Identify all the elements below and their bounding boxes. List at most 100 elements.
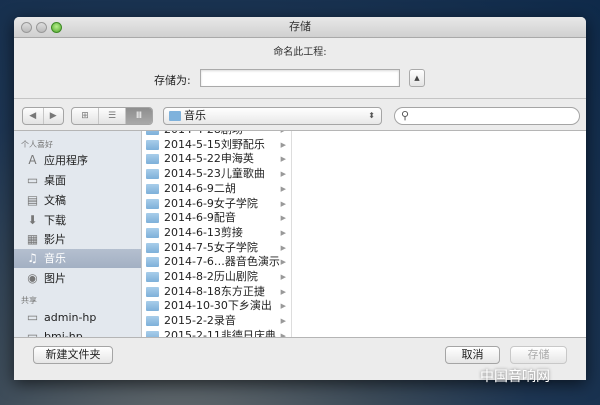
folder-row[interactable]: 2014-7-5女子学院 ▶: [142, 240, 291, 256]
disclosure-button[interactable]: ▲: [409, 69, 425, 87]
folder-row[interactable]: 2014-5-22申海英 ▶: [142, 152, 291, 167]
path-label: 音乐: [184, 109, 206, 122]
sidebar: 个人喜好 共享 A 应用程序 ▭ 桌面 ▤ 文稿 ⬇ 下载 ▦ 影片 ♫ 音乐 ◉ 图片 ▭ admin-hp…: [14, 131, 142, 337]
shared-item[interactable]: ▭ bmi-hp: [14, 327, 141, 338]
sidebar-item-label: 影片: [44, 233, 66, 246]
folder-name: 2015-2-11韭德日庆典: [164, 328, 276, 337]
sidebar-item[interactable]: ▤ 文稿: [14, 191, 141, 210]
chevron-right-icon: ▶: [280, 317, 286, 326]
chevron-right-icon: ▶: [280, 302, 286, 311]
folder-name: 2014-4-28剧场: [164, 131, 243, 136]
list-view-button[interactable]: ☰: [99, 108, 126, 124]
prompt-label: 命名此工程:: [273, 47, 327, 58]
folder-icon: [146, 301, 159, 312]
cancel-button[interactable]: 取消: [445, 346, 500, 364]
chevron-right-icon: ▶: [280, 331, 286, 337]
sidebar-icon: ◉: [27, 271, 38, 285]
sidebar-item[interactable]: ▭ 桌面: [14, 171, 141, 190]
folder-row[interactable]: 2014-6-13剪接 ▶: [142, 225, 291, 241]
minimize-button[interactable]: [36, 22, 47, 33]
chevron-right-icon: ▶: [280, 258, 286, 267]
folder-row[interactable]: 2014-6-9配音 ▶: [142, 211, 291, 226]
title-bar: 存储: [14, 17, 586, 38]
search-icon: ⚲: [401, 109, 410, 122]
folder-row[interactable]: 2015-2-11韭德日庆典 ▶: [142, 328, 291, 337]
view-mode-buttons: ⊞ ☰ Ⅲ: [71, 107, 153, 125]
divider: [14, 98, 586, 99]
folder-name: 2014-8-18东方正捷: [164, 284, 265, 298]
forward-button[interactable]: ▶: [44, 108, 64, 124]
nav-buttons: ◀ ▶: [22, 107, 64, 125]
chevron-right-icon: ▶: [280, 243, 286, 252]
save-as-input[interactable]: [200, 69, 400, 87]
sidebar-item[interactable]: ◉ 图片: [14, 269, 141, 288]
folder-name: 2014-6-13剪接: [164, 225, 243, 239]
folder-name: 2014-6-9配音: [164, 211, 236, 225]
sidebar-item[interactable]: ▦ 影片: [14, 230, 141, 249]
folder-row[interactable]: 2014-4-28剧场 ▶: [142, 131, 291, 138]
folder-row[interactable]: 2014-6-9二胡 ▶: [142, 182, 291, 197]
computer-icon: ▭: [26, 329, 39, 338]
sidebar-item[interactable]: ⬇ 下载: [14, 211, 141, 230]
folder-icon: [146, 213, 159, 224]
folder-row[interactable]: 2015-2-2录音 ▶: [142, 314, 291, 329]
chevron-right-icon: ▶: [280, 155, 286, 164]
sidebar-item-label: 应用程序: [44, 154, 88, 167]
folder-row[interactable]: 2014-8-2历山剧院 ▶: [142, 270, 291, 285]
triangle-up-icon: ▲: [414, 74, 420, 82]
folder-row[interactable]: 2014-5-15刘野配乐 ▶: [142, 137, 291, 153]
chevron-right-icon: ▶: [280, 199, 286, 208]
chevron-right-icon: ▶: [280, 273, 286, 281]
folder-column: 2014-4-28剧场▶2014-5-15刘野配乐▶2014-5-22申海英▶2…: [142, 131, 292, 337]
folder-icon: [146, 198, 159, 209]
chevron-right-icon: ▶: [280, 140, 286, 149]
shared-item[interactable]: ▭ admin-hp: [14, 308, 141, 327]
sidebar-item-label: 下载: [44, 214, 66, 227]
folder-name: 2014-6-9女子学院: [164, 196, 258, 210]
sidebar-item[interactable]: ♫ 音乐: [14, 249, 141, 268]
folder-icon: [146, 139, 159, 150]
path-popup[interactable]: 音乐 ⬍: [163, 107, 382, 125]
sidebar-item-label: 文稿: [44, 194, 66, 207]
folder-name: 2014-10-30下乡演出: [164, 299, 272, 313]
icon-view-button[interactable]: ⊞: [72, 108, 99, 124]
new-folder-button[interactable]: 新建文件夹: [33, 346, 113, 364]
folder-icon: [146, 330, 159, 337]
computer-icon: ▭: [26, 310, 39, 324]
folder-row[interactable]: 2014-8-18东方正捷 ▶: [142, 284, 291, 300]
sidebar-icon: ▤: [26, 193, 39, 207]
folder-icon: [146, 242, 159, 253]
save-button[interactable]: 存储: [510, 346, 567, 364]
favorites-header: 个人喜好: [21, 140, 53, 149]
folder-row[interactable]: 2014-10-30下乡演出 ▶: [142, 299, 291, 314]
chevron-right-icon: ▶: [280, 170, 286, 179]
shared-item-label: admin-hp: [44, 311, 97, 324]
folder-name: 2014-5-15刘野配乐: [164, 137, 265, 151]
folder-row[interactable]: 2014-7-6…器音色演示 ▶: [142, 255, 291, 270]
zoom-button[interactable]: [51, 22, 62, 33]
shared-header: 共享: [21, 296, 37, 305]
folder-name: 2015-2-2录音: [164, 314, 236, 328]
window-title: 存储: [289, 20, 311, 33]
folder-row[interactable]: 2014-6-9女子学院 ▶: [142, 196, 291, 212]
sidebar-item[interactable]: A 应用程序: [14, 151, 141, 170]
folder-name: 2014-7-5女子学院: [164, 240, 258, 254]
folder-icon: [146, 272, 159, 282]
sidebar-icon: ⬇: [27, 213, 38, 227]
folder-icon: [169, 111, 181, 121]
sidebar-item-label: 音乐: [44, 252, 66, 265]
sidebar-icon: ▭: [26, 173, 39, 187]
save-as-label: 存储为:: [154, 74, 191, 87]
watermark: 中国音响网: [480, 369, 550, 385]
folder-icon: [146, 154, 159, 165]
folder-icon: [146, 316, 159, 327]
folder-icon: [146, 183, 159, 194]
close-button[interactable]: [21, 22, 32, 33]
search-field[interactable]: ⚲: [394, 107, 580, 125]
folder-name: 2014-5-23儿童歌曲: [164, 167, 265, 181]
back-button[interactable]: ◀: [23, 108, 44, 124]
folder-icon: [146, 227, 159, 238]
chevron-right-icon: ▶: [280, 287, 286, 296]
column-view-button[interactable]: Ⅲ: [126, 108, 152, 124]
folder-row[interactable]: 2014-5-23儿童歌曲 ▶: [142, 167, 291, 182]
